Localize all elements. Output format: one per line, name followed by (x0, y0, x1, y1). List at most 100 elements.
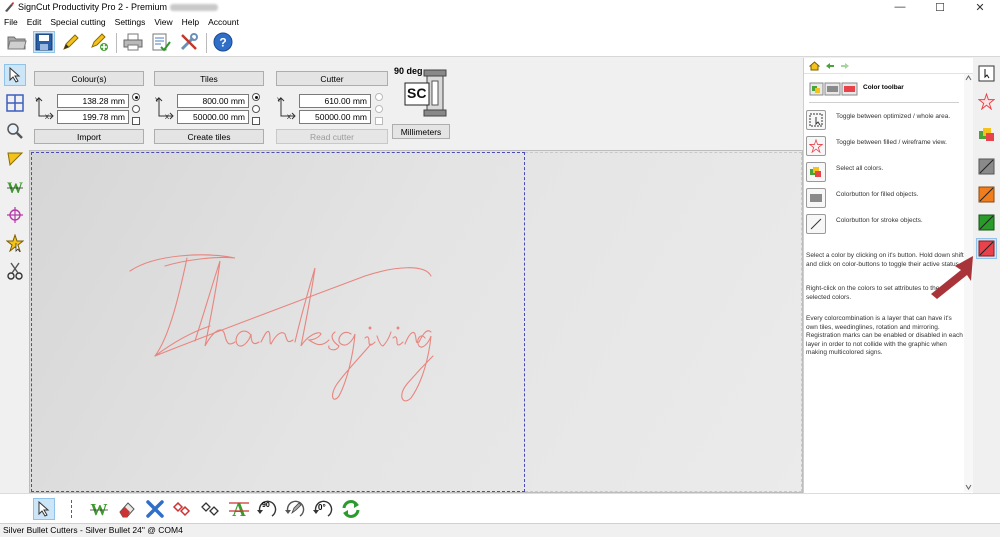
cut-tool-button[interactable] (4, 260, 26, 282)
forward-arrow-icon[interactable] (840, 62, 850, 70)
scroll-down-icon[interactable] (965, 484, 972, 490)
colours-group: Colour(s) Y X 138.28 mm 199.78 mm Import (32, 67, 146, 145)
help-item-stroke-color: Colorbutton for stroke objects. (806, 214, 961, 238)
checklist-button[interactable] (150, 31, 172, 53)
gray-color-icon (978, 158, 995, 175)
home-icon[interactable] (809, 61, 820, 71)
menu-edit[interactable]: Edit (27, 17, 42, 27)
save-button[interactable] (33, 31, 55, 53)
select-all-colors-button[interactable] (976, 124, 997, 145)
menu-help[interactable]: Help (182, 17, 199, 27)
refresh-button[interactable] (340, 498, 362, 520)
help-item-text: Colorbutton for filled objects. (836, 191, 919, 198)
weed-a-icon: A (229, 500, 249, 520)
close-button[interactable]: ✕ (960, 0, 1000, 14)
edit-button[interactable] (60, 31, 82, 53)
color-button-red[interactable] (976, 238, 997, 259)
cutter-header-button[interactable]: Cutter (276, 71, 388, 86)
menu-settings[interactable]: Settings (115, 17, 146, 27)
crosshair-tool-button[interactable] (4, 204, 26, 226)
colours-header-button[interactable]: Colour(s) (34, 71, 144, 86)
menu-view[interactable]: View (154, 17, 172, 27)
menu-account[interactable]: Account (208, 17, 239, 27)
colours-height-field[interactable]: 199.78 mm (57, 110, 129, 124)
thanksgiving-artwork[interactable] (125, 246, 435, 406)
read-cutter-button[interactable]: Read cutter (276, 129, 388, 144)
open-button[interactable] (6, 31, 28, 53)
left-toolbar: W (0, 58, 30, 492)
back-arrow-icon[interactable] (825, 62, 835, 70)
cutter-width-field[interactable]: 610.00 mm (299, 94, 371, 108)
tiles-tool-button[interactable] (4, 92, 26, 114)
optimize-area-icon (806, 110, 826, 130)
help-button[interactable]: ? (212, 31, 234, 53)
color-button-green[interactable] (976, 212, 997, 233)
delete-button[interactable] (144, 498, 166, 520)
rotate-90-button[interactable]: 90 (256, 498, 278, 520)
minimize-button[interactable]: — (880, 0, 920, 14)
cutter-height-field[interactable]: 50000.00 mm (299, 110, 371, 124)
tiles-icon (6, 94, 24, 112)
axis-x-label: X (45, 115, 50, 121)
nodes-button[interactable] (200, 498, 222, 520)
help-paragraph-3: Every colorcombination is a layer that c… (806, 315, 963, 357)
rotate-0-button[interactable]: 0° (312, 498, 334, 520)
drawing-canvas[interactable] (29, 150, 803, 493)
print-button[interactable] (122, 31, 144, 53)
weed-box-icon (7, 152, 24, 167)
help-item-select-all: Select all colors. (806, 162, 961, 186)
rotate-pen-button[interactable] (284, 498, 306, 520)
wireframe-toggle-button[interactable] (976, 91, 997, 112)
cutter-radio-2[interactable] (375, 105, 383, 113)
tiles-height-field[interactable]: 50000.00 mm (177, 110, 249, 124)
eraser-button[interactable] (116, 498, 138, 520)
nodes-red-button[interactable] (172, 498, 194, 520)
multicolor-icon (979, 128, 994, 141)
import-button[interactable]: Import (34, 129, 144, 144)
optimize-toggle-button[interactable] (976, 63, 997, 84)
units-button[interactable]: Millimeters (392, 124, 450, 139)
star-tool-button[interactable] (4, 232, 26, 254)
create-tiles-button[interactable]: Create tiles (154, 129, 264, 144)
help-item-fill-color: Colorbutton for filled objects. (806, 188, 961, 212)
tools-button[interactable] (178, 31, 200, 53)
scroll-up-icon[interactable] (965, 75, 972, 81)
tiles-header-button[interactable]: Tiles (154, 71, 264, 86)
pointer-icon (9, 67, 21, 83)
help-navigation (804, 58, 974, 74)
toolbar-separator (206, 33, 207, 53)
star-icon (978, 93, 995, 110)
print-icon (123, 33, 143, 51)
weed-text-button[interactable]: A (228, 498, 250, 520)
weed-box-tool-button[interactable] (4, 148, 26, 170)
menu-special-cutting[interactable]: Special cutting (50, 17, 105, 27)
maximize-button[interactable]: ☐ (920, 0, 960, 14)
weed-button[interactable]: W (88, 498, 110, 520)
color-button-gray[interactable] (976, 156, 997, 177)
tiles-radio-2[interactable] (252, 105, 260, 113)
tiles-lock-checkbox[interactable] (252, 117, 260, 125)
pencil-icon (63, 34, 79, 50)
cutter-group: Cutter Y X 610.00 mm 50000.00 mm Read cu… (274, 67, 390, 145)
bottom-select-button[interactable] (33, 498, 55, 520)
colours-lock-checkbox[interactable] (132, 117, 140, 125)
color-button-orange[interactable] (976, 184, 997, 205)
tiles-radio-1[interactable] (252, 93, 260, 101)
cutter-radio-1[interactable] (375, 93, 383, 101)
rotate-0-label: 0° (318, 503, 326, 512)
axis-x-label: X (287, 115, 292, 121)
tiles-width-field[interactable]: 800.00 mm (177, 94, 249, 108)
colours-width-field[interactable]: 138.28 mm (57, 94, 129, 108)
colours-radio-1[interactable] (132, 93, 140, 101)
menu-file[interactable]: File (4, 17, 18, 27)
edit-add-button[interactable] (88, 31, 110, 53)
zoom-tool-button[interactable] (4, 120, 26, 142)
scissors-icon (7, 262, 23, 280)
weed-text-tool-button[interactable]: W (4, 176, 26, 198)
cutter-lock-checkbox[interactable] (375, 117, 383, 125)
select-tool-button[interactable] (4, 64, 26, 86)
weed-text-icon: W (7, 180, 23, 196)
colours-radio-2[interactable] (132, 105, 140, 113)
annotation-arrow-icon (931, 256, 973, 299)
help-icon: ? (213, 32, 233, 52)
